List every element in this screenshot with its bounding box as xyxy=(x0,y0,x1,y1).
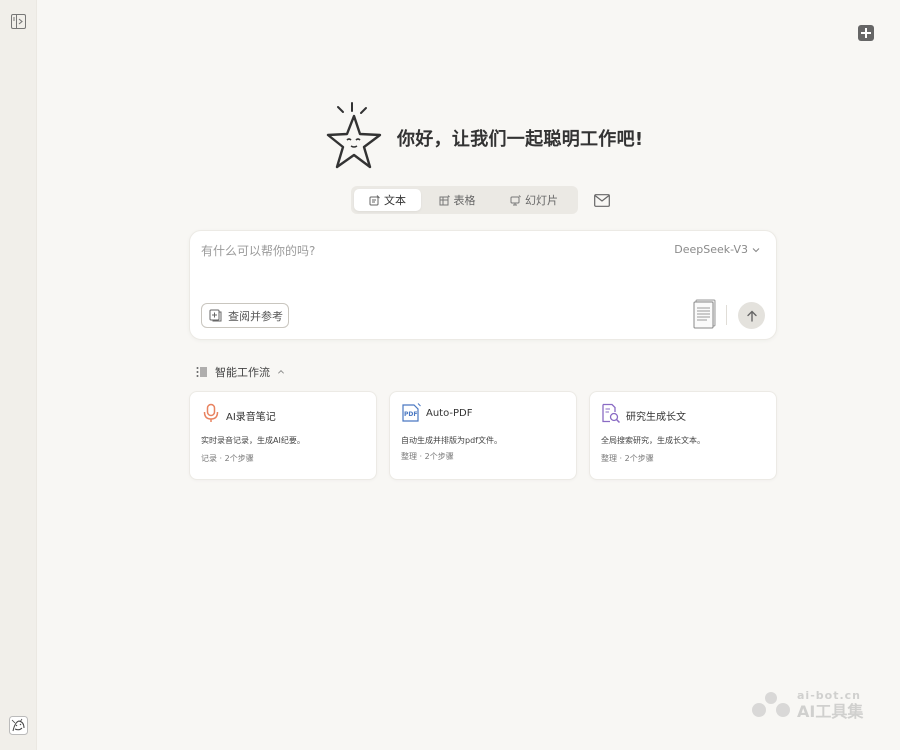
workflow-card-ai-recording[interactable]: AI录音笔记 实时录音记录，生成AI纪要。 记录 · 2个步骤 xyxy=(189,391,377,480)
workflow-card-category: 整理 xyxy=(601,454,617,463)
workflow-card-description: 自动生成并排版为pdf文件。 xyxy=(401,436,502,445)
tab-text[interactable]: 文本 xyxy=(354,189,421,211)
tab-table-label: 表格 xyxy=(453,194,476,207)
send-button[interactable] xyxy=(738,302,765,329)
workflow-card-title: AI录音笔记 xyxy=(226,412,276,423)
document-stack-icon[interactable] xyxy=(693,299,717,329)
chevron-up-icon xyxy=(278,370,284,374)
slides-icon xyxy=(510,194,521,205)
workflow-card-meta: 记录 · 2个步骤 xyxy=(201,454,254,463)
arrow-up-icon xyxy=(746,310,757,322)
workflow-cards: AI录音笔记 实时录音记录，生成AI纪要。 记录 · 2个步骤 PDF Auto… xyxy=(189,391,777,480)
workflow-card-auto-pdf[interactable]: PDF Auto-PDF 自动生成并排版为pdf文件。 整理 · 2个步骤 xyxy=(389,391,577,480)
microphone-icon xyxy=(203,403,219,422)
greeting-title: 你好，让我们一起聪明工作吧! xyxy=(397,128,644,150)
tab-slides[interactable]: 幻灯片 xyxy=(493,189,575,211)
workflow-card-steps: 2个步骤 xyxy=(224,454,254,463)
workflow-section-toggle[interactable]: 智能工作流 xyxy=(196,364,285,380)
workflow-card-category: 记录 xyxy=(201,454,217,463)
table-icon xyxy=(439,194,450,205)
watermark-text: ai-bot.cn AI工具集 xyxy=(797,690,863,720)
sidebar xyxy=(0,0,37,750)
workflow-card-title: 研究生成长文 xyxy=(626,412,686,423)
tab-table[interactable]: 表格 xyxy=(421,189,493,211)
tab-slides-label: 幻灯片 xyxy=(525,194,558,207)
sidebar-toggle-icon[interactable] xyxy=(11,14,26,29)
chat-input[interactable]: 有什么可以帮你的吗? xyxy=(201,242,315,259)
workflow-card-description: 全局搜索研究，生成长文本。 xyxy=(601,436,705,445)
workflow-card-meta: 整理 · 2个步骤 xyxy=(401,452,454,461)
reference-button-label: 查阅并参考 xyxy=(228,309,283,323)
workflow-card-description: 实时录音记录，生成AI纪要。 xyxy=(201,436,305,445)
watermark: ai-bot.cn AI工具集 xyxy=(751,690,863,720)
tab-text-label: 文本 xyxy=(384,194,406,207)
hero: 你好，让我们一起聪明工作吧! xyxy=(325,100,643,175)
mail-icon[interactable] xyxy=(594,194,610,207)
model-label: DeepSeek-V3 xyxy=(674,243,748,256)
chat-input-box[interactable]: 有什么可以帮你的吗? DeepSeek-V3 查阅并参考 xyxy=(189,230,777,340)
list-icon xyxy=(196,367,207,377)
workflow-card-research-longform[interactable]: 研究生成长文 全局搜索研究，生成长文本。 整理 · 2个步骤 xyxy=(589,391,777,480)
divider xyxy=(726,305,727,325)
watermark-name: AI工具集 xyxy=(797,702,864,721)
workflow-section-title: 智能工作流 xyxy=(215,366,270,379)
model-selector[interactable]: DeepSeek-V3 xyxy=(674,243,760,256)
star-mascot-icon xyxy=(326,102,382,169)
workflow-card-steps: 2个步骤 xyxy=(624,454,654,463)
workflow-card-title: Auto-PDF xyxy=(426,408,473,419)
watermark-logo-icon xyxy=(752,692,790,717)
mode-tabs: 文本 表格 幻灯片 xyxy=(351,186,578,214)
text-edit-icon xyxy=(369,194,380,205)
new-chat-button[interactable] xyxy=(858,25,874,41)
user-avatar-icon[interactable] xyxy=(9,716,28,735)
workflow-card-category: 整理 xyxy=(401,452,417,461)
chevron-down-icon xyxy=(752,247,760,252)
watermark-url: ai-bot.cn xyxy=(797,689,861,702)
add-reference-icon xyxy=(209,309,222,322)
svg-text:PDF: PDF xyxy=(404,411,417,418)
workflow-card-steps: 2个步骤 xyxy=(424,452,454,461)
doc-search-icon xyxy=(602,403,621,423)
pdf-icon: PDF xyxy=(402,403,421,422)
workflow-card-meta: 整理 · 2个步骤 xyxy=(601,454,654,463)
reference-button[interactable]: 查阅并参考 xyxy=(201,303,289,328)
